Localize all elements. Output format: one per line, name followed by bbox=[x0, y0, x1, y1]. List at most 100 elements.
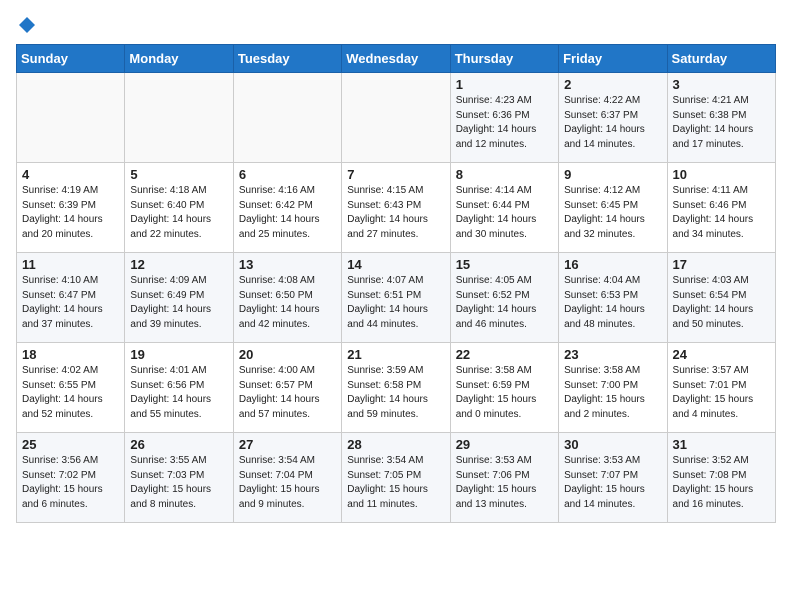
day-info: Sunrise: 3:53 AM Sunset: 7:06 PM Dayligh… bbox=[456, 454, 553, 512]
day-number: 11 bbox=[22, 257, 119, 272]
day-number: 23 bbox=[564, 347, 661, 362]
calendar-day-cell: 7 Sunrise: 4:15 AM Sunset: 6:43 PM Daylig… bbox=[342, 163, 450, 253]
day-of-week-header: Saturday bbox=[667, 45, 775, 73]
day-number: 1 bbox=[456, 77, 553, 92]
day-info: Sunrise: 3:56 AM Sunset: 7:02 PM Dayligh… bbox=[22, 454, 119, 512]
day-info: Sunrise: 4:11 AM Sunset: 6:46 PM Dayligh… bbox=[673, 184, 770, 242]
day-info: Sunrise: 4:16 AM Sunset: 6:42 PM Dayligh… bbox=[239, 184, 336, 242]
day-info: Sunrise: 4:21 AM Sunset: 6:38 PM Dayligh… bbox=[673, 94, 770, 152]
day-of-week-header: Friday bbox=[559, 45, 667, 73]
day-of-week-header: Monday bbox=[125, 45, 233, 73]
day-info: Sunrise: 4:03 AM Sunset: 6:54 PM Dayligh… bbox=[673, 274, 770, 332]
day-number: 21 bbox=[347, 347, 444, 362]
calendar-header-row: SundayMondayTuesdayWednesdayThursdayFrid… bbox=[17, 45, 776, 73]
calendar-day-cell: 14 Sunrise: 4:07 AM Sunset: 6:51 PM Dayli… bbox=[342, 253, 450, 343]
calendar-week-row: 18 Sunrise: 4:02 AM Sunset: 6:55 PM Dayli… bbox=[17, 343, 776, 433]
calendar-day-cell: 18 Sunrise: 4:02 AM Sunset: 6:55 PM Dayli… bbox=[17, 343, 125, 433]
day-info: Sunrise: 4:18 AM Sunset: 6:40 PM Dayligh… bbox=[130, 184, 227, 242]
day-info: Sunrise: 4:09 AM Sunset: 6:49 PM Dayligh… bbox=[130, 274, 227, 332]
day-number: 2 bbox=[564, 77, 661, 92]
day-of-week-header: Tuesday bbox=[233, 45, 341, 73]
day-number: 19 bbox=[130, 347, 227, 362]
day-number: 26 bbox=[130, 437, 227, 452]
calendar-empty-cell bbox=[233, 73, 341, 163]
calendar-day-cell: 10 Sunrise: 4:11 AM Sunset: 6:46 PM Dayli… bbox=[667, 163, 775, 253]
day-info: Sunrise: 3:57 AM Sunset: 7:01 PM Dayligh… bbox=[673, 364, 770, 422]
calendar-day-cell: 19 Sunrise: 4:01 AM Sunset: 6:56 PM Dayli… bbox=[125, 343, 233, 433]
day-info: Sunrise: 4:02 AM Sunset: 6:55 PM Dayligh… bbox=[22, 364, 119, 422]
day-info: Sunrise: 3:58 AM Sunset: 7:00 PM Dayligh… bbox=[564, 364, 661, 422]
day-number: 28 bbox=[347, 437, 444, 452]
day-info: Sunrise: 4:08 AM Sunset: 6:50 PM Dayligh… bbox=[239, 274, 336, 332]
calendar-day-cell: 29 Sunrise: 3:53 AM Sunset: 7:06 PM Dayli… bbox=[450, 433, 558, 523]
calendar-day-cell: 2 Sunrise: 4:22 AM Sunset: 6:37 PM Daylig… bbox=[559, 73, 667, 163]
calendar-empty-cell bbox=[17, 73, 125, 163]
calendar-day-cell: 11Sunrise: 4:10 AM Sunset: 6:47 PM Dayli… bbox=[17, 253, 125, 343]
calendar-day-cell: 20Sunrise: 4:00 AM Sunset: 6:57 PM Dayli… bbox=[233, 343, 341, 433]
calendar-day-cell: 31 Sunrise: 3:52 AM Sunset: 7:08 PM Dayli… bbox=[667, 433, 775, 523]
calendar-day-cell: 25 Sunrise: 3:56 AM Sunset: 7:02 PM Dayli… bbox=[17, 433, 125, 523]
day-number: 10 bbox=[673, 167, 770, 182]
calendar-day-cell: 21 Sunrise: 3:59 AM Sunset: 6:58 PM Dayli… bbox=[342, 343, 450, 433]
day-number: 5 bbox=[130, 167, 227, 182]
day-number: 7 bbox=[347, 167, 444, 182]
day-number: 8 bbox=[456, 167, 553, 182]
day-info: Sunrise: 3:58 AM Sunset: 6:59 PM Dayligh… bbox=[456, 364, 553, 422]
calendar-day-cell: 22 Sunrise: 3:58 AM Sunset: 6:59 PM Dayli… bbox=[450, 343, 558, 433]
day-info: Sunrise: 4:15 AM Sunset: 6:43 PM Dayligh… bbox=[347, 184, 444, 242]
day-info: Sunrise: 4:12 AM Sunset: 6:45 PM Dayligh… bbox=[564, 184, 661, 242]
day-info: Sunrise: 4:22 AM Sunset: 6:37 PM Dayligh… bbox=[564, 94, 661, 152]
day-info: Sunrise: 4:05 AM Sunset: 6:52 PM Dayligh… bbox=[456, 274, 553, 332]
calendar-day-cell: 24 Sunrise: 3:57 AM Sunset: 7:01 PM Dayli… bbox=[667, 343, 775, 433]
day-info: Sunrise: 4:14 AM Sunset: 6:44 PM Dayligh… bbox=[456, 184, 553, 242]
day-number: 6 bbox=[239, 167, 336, 182]
calendar-day-cell: 27 Sunrise: 3:54 AM Sunset: 7:04 PM Dayli… bbox=[233, 433, 341, 523]
day-number: 15 bbox=[456, 257, 553, 272]
day-number: 29 bbox=[456, 437, 553, 452]
calendar-day-cell: 12 Sunrise: 4:09 AM Sunset: 6:49 PM Dayli… bbox=[125, 253, 233, 343]
calendar-day-cell: 8 Sunrise: 4:14 AM Sunset: 6:44 PM Daylig… bbox=[450, 163, 558, 253]
calendar-day-cell: 23 Sunrise: 3:58 AM Sunset: 7:00 PM Dayli… bbox=[559, 343, 667, 433]
day-number: 16 bbox=[564, 257, 661, 272]
calendar-week-row: 25 Sunrise: 3:56 AM Sunset: 7:02 PM Dayli… bbox=[17, 433, 776, 523]
logo bbox=[16, 16, 36, 32]
day-info: Sunrise: 4:07 AM Sunset: 6:51 PM Dayligh… bbox=[347, 274, 444, 332]
day-info: Sunrise: 4:01 AM Sunset: 6:56 PM Dayligh… bbox=[130, 364, 227, 422]
logo-flag-icon bbox=[18, 16, 36, 34]
calendar-day-cell: 16Sunrise: 4:04 AM Sunset: 6:53 PM Dayli… bbox=[559, 253, 667, 343]
calendar-day-cell: 3Sunrise: 4:21 AM Sunset: 6:38 PM Daylig… bbox=[667, 73, 775, 163]
day-number: 31 bbox=[673, 437, 770, 452]
day-number: 18 bbox=[22, 347, 119, 362]
calendar-week-row: 1 Sunrise: 4:23 AM Sunset: 6:36 PM Daylig… bbox=[17, 73, 776, 163]
day-info: Sunrise: 3:54 AM Sunset: 7:04 PM Dayligh… bbox=[239, 454, 336, 512]
calendar-day-cell: 4Sunrise: 4:19 AM Sunset: 6:39 PM Daylig… bbox=[17, 163, 125, 253]
day-info: Sunrise: 3:59 AM Sunset: 6:58 PM Dayligh… bbox=[347, 364, 444, 422]
calendar-week-row: 4Sunrise: 4:19 AM Sunset: 6:39 PM Daylig… bbox=[17, 163, 776, 253]
day-number: 17 bbox=[673, 257, 770, 272]
page-header bbox=[16, 16, 776, 32]
calendar-day-cell: 26Sunrise: 3:55 AM Sunset: 7:03 PM Dayli… bbox=[125, 433, 233, 523]
calendar-day-cell: 9Sunrise: 4:12 AM Sunset: 6:45 PM Daylig… bbox=[559, 163, 667, 253]
day-of-week-header: Sunday bbox=[17, 45, 125, 73]
day-number: 14 bbox=[347, 257, 444, 272]
day-number: 24 bbox=[673, 347, 770, 362]
day-number: 25 bbox=[22, 437, 119, 452]
day-info: Sunrise: 3:53 AM Sunset: 7:07 PM Dayligh… bbox=[564, 454, 661, 512]
calendar-table: SundayMondayTuesdayWednesdayThursdayFrid… bbox=[16, 44, 776, 523]
day-number: 22 bbox=[456, 347, 553, 362]
logo-top bbox=[16, 16, 36, 34]
day-number: 20 bbox=[239, 347, 336, 362]
day-info: Sunrise: 4:23 AM Sunset: 6:36 PM Dayligh… bbox=[456, 94, 553, 152]
calendar-day-cell: 13 Sunrise: 4:08 AM Sunset: 6:50 PM Dayli… bbox=[233, 253, 341, 343]
day-of-week-header: Wednesday bbox=[342, 45, 450, 73]
day-number: 27 bbox=[239, 437, 336, 452]
day-number: 13 bbox=[239, 257, 336, 272]
day-number: 4 bbox=[22, 167, 119, 182]
calendar-day-cell: 5 Sunrise: 4:18 AM Sunset: 6:40 PM Daylig… bbox=[125, 163, 233, 253]
calendar-day-cell: 30Sunrise: 3:53 AM Sunset: 7:07 PM Dayli… bbox=[559, 433, 667, 523]
calendar-day-cell: 17 Sunrise: 4:03 AM Sunset: 6:54 PM Dayli… bbox=[667, 253, 775, 343]
day-number: 12 bbox=[130, 257, 227, 272]
calendar-empty-cell bbox=[125, 73, 233, 163]
day-info: Sunrise: 3:52 AM Sunset: 7:08 PM Dayligh… bbox=[673, 454, 770, 512]
calendar-day-cell: 1 Sunrise: 4:23 AM Sunset: 6:36 PM Daylig… bbox=[450, 73, 558, 163]
